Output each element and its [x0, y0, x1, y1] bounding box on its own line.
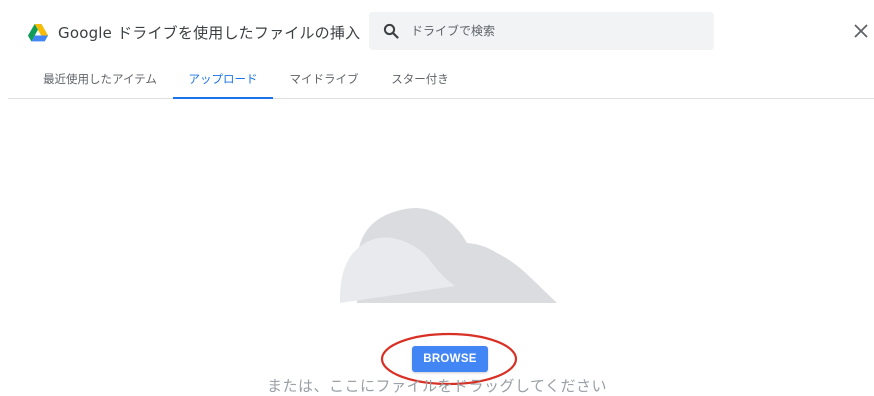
tab-recent[interactable]: 最近使用したアイテム — [43, 62, 157, 98]
tab-upload[interactable]: アップロード — [173, 62, 273, 99]
drag-drop-hint: または、ここにファイルをドラッグしてください — [266, 377, 608, 395]
tab-starred[interactable]: スター付き — [389, 62, 451, 98]
browse-button[interactable]: BROWSE — [412, 346, 488, 372]
close-icon[interactable] — [852, 22, 870, 40]
search-input[interactable] — [411, 12, 701, 50]
search-icon[interactable] — [383, 23, 399, 39]
dialog-title: Google ドライブを使用したファイルの挿入 — [58, 24, 361, 42]
tab-my-drive[interactable]: マイドライブ — [289, 62, 359, 98]
tab-bar: 最近使用したアイテム アップロード マイドライブ スター付き — [8, 62, 874, 99]
picker-header: Google ドライブを使用したファイルの挿入 — [0, 0, 874, 62]
search-box[interactable] — [369, 12, 714, 50]
google-drive-icon — [28, 24, 48, 42]
cloud-illustration — [339, 208, 557, 303]
